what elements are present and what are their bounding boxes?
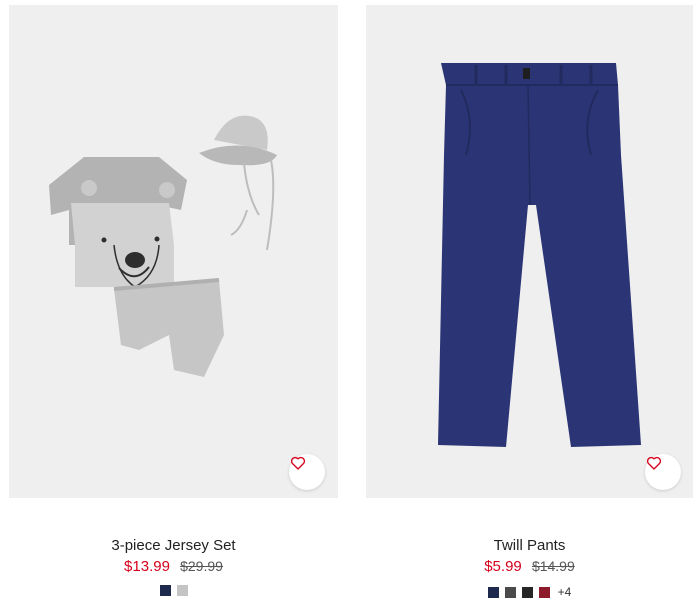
color-swatches: +4 [366,585,693,599]
color-swatches [9,585,338,596]
twill-pants-illustration [438,63,641,447]
swatch-black[interactable] [521,586,533,598]
product-title[interactable]: 3-piece Jersey Set [9,537,338,554]
favorite-button[interactable] [289,454,325,490]
original-price: $29.99 [180,558,223,574]
jersey-set-illustration [49,115,277,377]
swatch-navy[interactable] [487,586,499,598]
original-price: $14.99 [531,558,575,574]
swatch-burgundy[interactable] [538,586,550,598]
swatch-grey[interactable] [176,585,188,596]
product-price: $13.99 $29.99 [9,558,338,575]
product-image-twill-pants[interactable] [366,5,693,498]
sale-price: $13.99 [124,558,170,575]
sale-price: $5.99 [484,558,522,575]
swatch-navy[interactable] [159,585,171,596]
heart-icon [646,456,662,470]
favorite-button[interactable] [645,454,681,490]
product-image-jersey-set[interactable] [9,5,338,498]
product-card-jersey-set[interactable]: 3-piece Jersey Set $13.99 $29.99 [9,0,338,604]
product-card-twill-pants[interactable]: Twill Pants $5.99 $14.99 +4 [366,0,693,604]
more-colors-count[interactable]: +4 [558,585,572,599]
product-price: $5.99 $14.99 [366,558,693,575]
heart-icon [290,456,306,470]
product-title[interactable]: Twill Pants [366,537,693,554]
swatch-dark-grey[interactable] [504,586,516,598]
